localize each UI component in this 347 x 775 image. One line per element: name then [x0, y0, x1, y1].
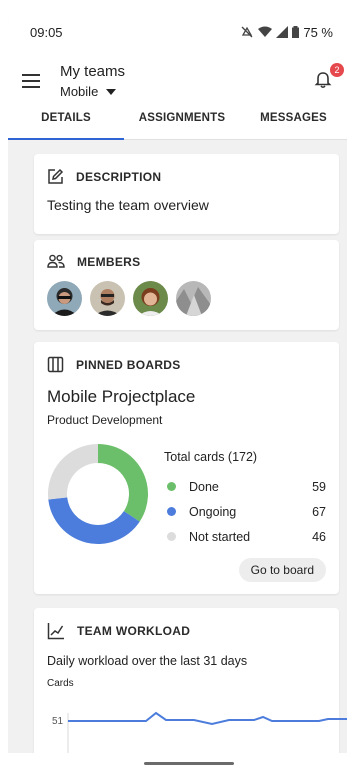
tab-bar: DETAILS ASSIGNMENTS MESSAGES [8, 106, 347, 140]
avatar[interactable] [176, 281, 211, 316]
stat-value: 59 [312, 479, 326, 494]
member-avatars [47, 281, 326, 316]
description-card: DESCRIPTION Testing the team overview [34, 154, 339, 234]
stat-row-ongoing: Ongoing 67 [164, 499, 326, 524]
workload-axis-label: Cards [47, 678, 74, 689]
notifications-button[interactable]: 2 [313, 63, 344, 92]
go-to-board-button[interactable]: Go to board [238, 558, 326, 582]
ongoing-legend-dot [167, 507, 176, 516]
not-started-legend-dot [167, 532, 176, 541]
team-workload-heading: TEAM WORKLOAD [77, 624, 191, 638]
donut-slice-done [98, 444, 148, 522]
battery-icon [292, 26, 300, 38]
members-card: MEMBERS [34, 240, 339, 330]
team-selector[interactable]: My teams Mobile [60, 63, 313, 99]
avatar[interactable] [133, 281, 168, 316]
tab-messages[interactable]: MESSAGES [240, 106, 347, 139]
edit-icon [48, 168, 64, 184]
notification-badge: 2 [330, 63, 344, 77]
wifi-icon [258, 26, 273, 37]
pinned-boards-heading: PINNED BOARDS [76, 357, 181, 372]
app-bar: My teams Mobile 2 [8, 56, 347, 106]
pinned-boards-card: PINNED BOARDS Mobile Projectplace Produc… [34, 342, 339, 594]
team-workload-card: TEAM WORKLOAD Daily workload over the la… [34, 608, 347, 775]
total-cards-label: Total cards (172) [164, 450, 258, 464]
workload-subtitle: Daily workload over the last 31 days [47, 654, 248, 668]
stat-label: Ongoing [189, 504, 237, 519]
avatar[interactable] [47, 281, 82, 316]
status-time: 09:05 [30, 24, 63, 40]
description-heading: DESCRIPTION [76, 169, 162, 184]
done-legend-dot [167, 482, 176, 491]
status-bar: 09:05 75 % [8, 8, 347, 56]
board-icon [47, 356, 64, 373]
stat-label: Done [189, 479, 219, 494]
home-handle[interactable] [144, 762, 234, 765]
line-chart-icon [47, 623, 64, 640]
board-subtitle: Product Development [47, 413, 163, 427]
stat-row-not-started: Not started 46 [164, 524, 326, 549]
system-navigation-bar [8, 753, 347, 775]
team-dropdown[interactable]: Mobile [60, 84, 313, 99]
stat-label: Not started [189, 529, 251, 544]
donut-slice-ongoing [48, 497, 140, 544]
status-icons: 75 % [240, 25, 333, 40]
card-stats: Total cards (172) Done 59 Ongoing 67 Not… [164, 450, 326, 549]
tab-assignments[interactable]: ASSIGNMENTS [124, 106, 240, 139]
avatar[interactable] [90, 281, 125, 316]
signal-icon [276, 26, 289, 38]
battery-level: 75 % [303, 24, 333, 40]
chevron-down-icon [106, 88, 117, 95]
stat-row-done: Done 59 [164, 474, 326, 499]
tab-details[interactable]: DETAILS [8, 106, 124, 139]
people-icon [47, 254, 65, 268]
active-tab-indicator [8, 138, 124, 140]
stat-value: 67 [312, 504, 326, 519]
description-text: Testing the team overview [47, 197, 209, 213]
workload-line [68, 711, 347, 726]
board-name[interactable]: Mobile Projectplace [47, 387, 326, 407]
workload-tick-label: 51 [52, 716, 64, 727]
team-name: Mobile [60, 84, 99, 99]
mute-icon [241, 26, 253, 38]
phone-screen: 09:05 75 % My teams Mobile 2 DETAILS ASS… [8, 8, 347, 775]
members-heading: MEMBERS [77, 254, 141, 269]
page-title: My teams [60, 63, 126, 80]
cards-donut-chart [48, 444, 148, 544]
menu-icon[interactable] [22, 74, 40, 88]
stat-value: 46 [312, 529, 326, 544]
donut-slice-not-started [48, 444, 98, 500]
